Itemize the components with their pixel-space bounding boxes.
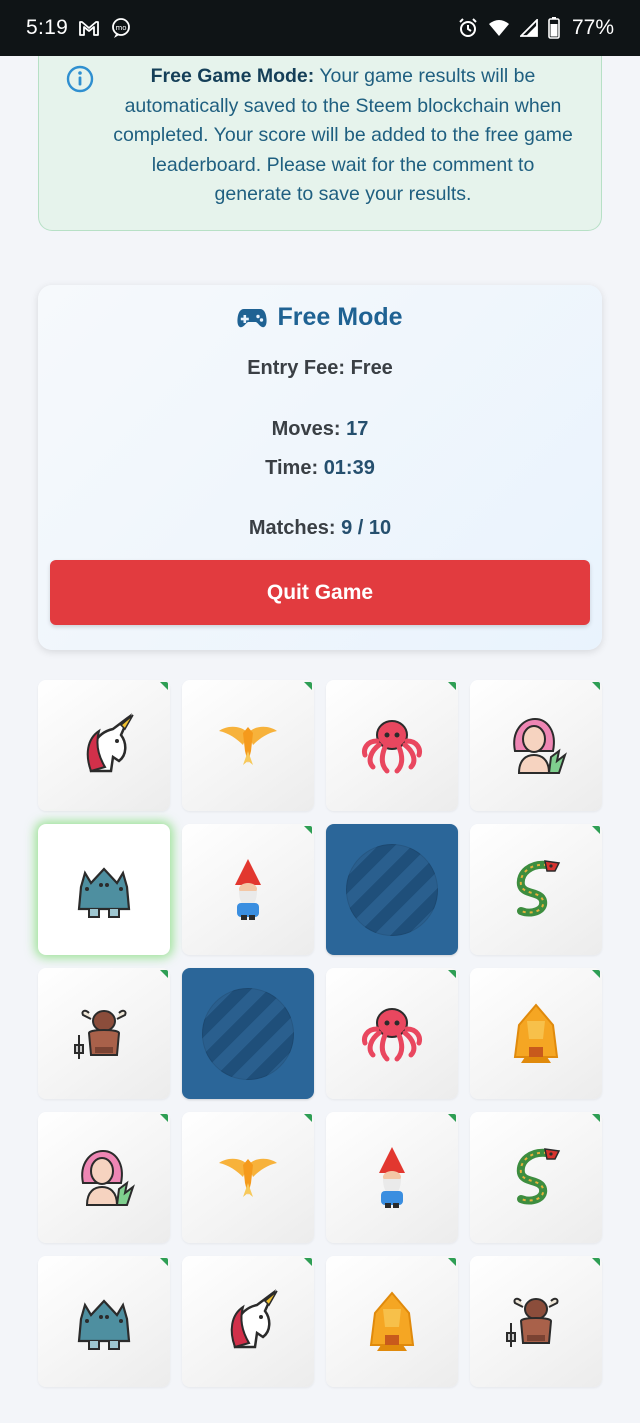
sphinx-icon — [369, 1290, 415, 1351]
memory-card[interactable] — [182, 1256, 314, 1387]
dragon-icon — [516, 1147, 561, 1205]
battery-percent: 77% — [571, 16, 614, 39]
mermaid-icon — [81, 1149, 135, 1206]
alarm-icon — [458, 18, 478, 38]
time-stat: Time: 01:39 — [38, 457, 602, 480]
moves-value: 17 — [346, 418, 369, 440]
card-back-icon — [202, 987, 294, 1080]
gmail-icon — [78, 19, 100, 37]
memory-card[interactable] — [326, 1112, 458, 1243]
panel-title-text: Free Mode — [277, 303, 403, 331]
time-label: Time: — [265, 457, 319, 479]
memory-card[interactable] — [182, 680, 314, 811]
time-value: 01:39 — [323, 457, 375, 479]
memory-card[interactable] — [38, 680, 170, 811]
matches-value: 9 / 10 — [341, 517, 392, 539]
battery-icon — [548, 17, 560, 39]
memory-card[interactable] — [470, 1256, 602, 1387]
memory-card[interactable] — [470, 1112, 602, 1243]
card-back-icon — [346, 843, 438, 936]
wifi-icon — [488, 19, 510, 37]
memory-card[interactable] — [470, 680, 602, 811]
cerberus-icon — [77, 866, 131, 918]
unicorn-icon — [86, 712, 134, 772]
notice-text: Free Game Mode: Your game results will b… — [111, 62, 575, 210]
phoenix-icon — [219, 1158, 277, 1197]
phoenix-icon — [219, 726, 277, 765]
gnome-icon — [235, 858, 261, 920]
signal-icon — [519, 19, 538, 37]
entry-fee-value: Free — [350, 357, 393, 379]
entry-fee-label: Entry Fee: — [247, 357, 345, 379]
messaging-icon: mo — [110, 17, 132, 39]
svg-text:mo: mo — [116, 24, 127, 32]
memory-card[interactable] — [326, 1256, 458, 1387]
memory-card[interactable] — [38, 1112, 170, 1243]
status-bar: 5:19 mo 77% — [0, 0, 640, 56]
memory-card[interactable] — [470, 824, 602, 955]
minotaur-icon — [506, 1297, 559, 1347]
mermaid-icon — [513, 717, 567, 774]
gamepad-icon — [237, 308, 268, 327]
memory-card[interactable] — [38, 968, 170, 1099]
entry-fee: Entry Fee: Free — [38, 357, 602, 380]
memory-card[interactable] — [182, 1112, 314, 1243]
status-time: 5:19 — [26, 16, 69, 39]
notice-heading: Free Game Mode: — [150, 65, 315, 87]
memory-card[interactable] — [470, 968, 602, 1099]
gnome-icon — [379, 1146, 405, 1208]
octopus-icon — [362, 1007, 422, 1061]
memory-card[interactable] — [326, 824, 458, 955]
memory-card[interactable] — [38, 824, 170, 955]
sphinx-icon — [513, 1002, 559, 1063]
info-icon — [66, 65, 94, 93]
moves-label: Moves: — [271, 418, 341, 440]
game-info-panel: Free Mode Entry Fee: Free Moves: 17 Time… — [38, 285, 602, 650]
panel-title: Free Mode — [38, 303, 602, 332]
cerberus-icon — [77, 1298, 131, 1350]
memory-card[interactable] — [326, 680, 458, 811]
memory-card-grid — [38, 680, 602, 1387]
moves-stat: Moves: 17 — [38, 418, 602, 441]
quit-game-button[interactable]: Quit Game — [50, 560, 590, 625]
dragon-icon — [516, 859, 561, 917]
unicorn-icon — [230, 1288, 278, 1348]
matches-stat: Matches: 9 / 10 — [38, 517, 602, 540]
memory-card[interactable] — [38, 1256, 170, 1387]
octopus-icon — [362, 719, 422, 773]
matches-label: Matches: — [248, 517, 336, 539]
memory-card[interactable] — [182, 824, 314, 955]
memory-card[interactable] — [182, 968, 314, 1099]
minotaur-icon — [74, 1009, 127, 1059]
free-mode-notice: Free Game Mode: Your game results will b… — [38, 56, 602, 231]
memory-card[interactable] — [326, 968, 458, 1099]
